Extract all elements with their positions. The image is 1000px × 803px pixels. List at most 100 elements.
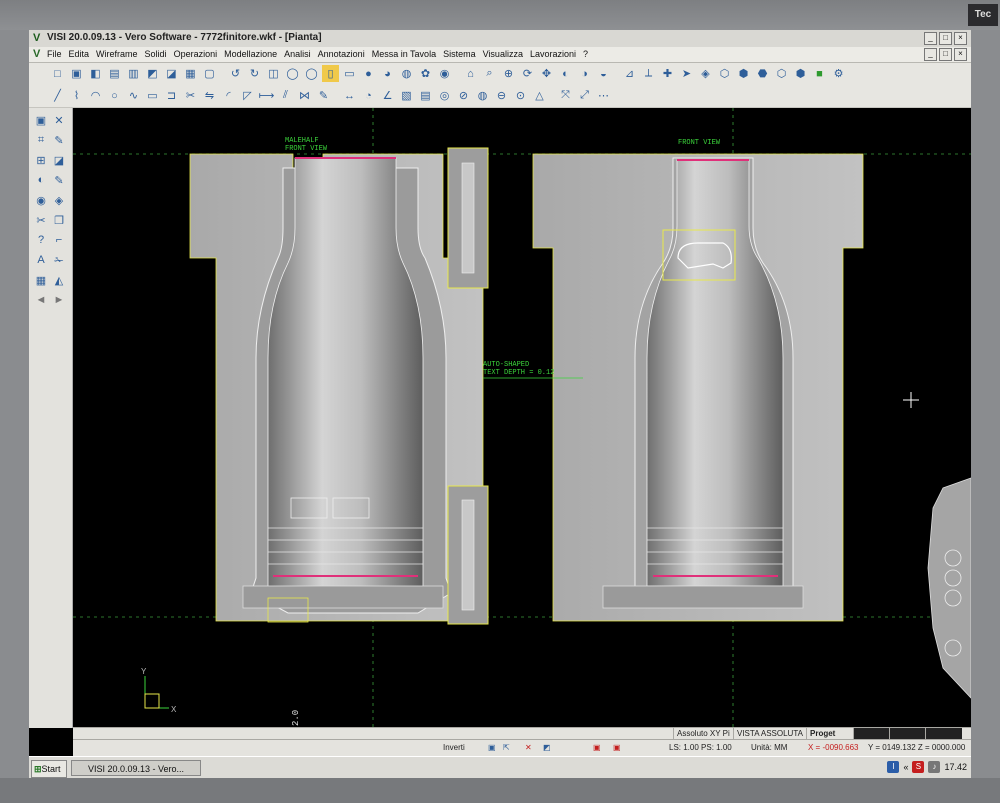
note-icon[interactable]: ▤ (417, 87, 434, 104)
grid-icon[interactable]: ▦ (33, 272, 49, 288)
zoom-window-icon[interactable]: ⌕ (481, 65, 498, 82)
extend-icon[interactable]: ⟼ (258, 87, 275, 104)
edit-icon[interactable]: ✎ (315, 87, 332, 104)
mirror-icon[interactable]: ⇋ (201, 87, 218, 104)
stop-icon[interactable]: ▣ (593, 742, 601, 754)
tray-security-icon[interactable]: S (912, 761, 925, 773)
menu-file[interactable]: File (47, 49, 62, 59)
show-icon[interactable]: ◈ (51, 192, 67, 208)
cube-edges-icon[interactable]: ⬡ (773, 65, 790, 82)
zoom-all-icon[interactable]: ⊕ (500, 65, 517, 82)
cut-icon[interactable]: ✁ (51, 252, 67, 268)
copy-icon[interactable]: ❐ (51, 212, 67, 228)
offset-icon[interactable]: ⊐ (163, 87, 180, 104)
box-icon[interactable]: ▭ (341, 65, 358, 82)
cube-green-icon[interactable]: ■ (811, 65, 828, 82)
drawing-canvas[interactable]: MALEHALF FRONT VIEW FRONT VIEW AUTO-SHAP… (73, 108, 971, 728)
delete-icon[interactable]: ✂ (33, 212, 49, 228)
fillet-icon[interactable]: ◜ (220, 87, 237, 104)
snap-icon[interactable]: ◭ (51, 272, 67, 288)
rectangle-icon[interactable]: ▭ (144, 87, 161, 104)
tray-app-icon[interactable]: I (887, 761, 900, 773)
cylinder-alt-icon[interactable]: ◯ (303, 65, 320, 82)
cube-solid-icon[interactable]: ⬢ (792, 65, 809, 82)
import-icon[interactable]: ◩ (144, 65, 161, 82)
chamfer-icon[interactable]: ◸ (239, 87, 256, 104)
menu-modellazione[interactable]: Modellazione (224, 49, 277, 59)
cube-wire-icon[interactable]: ⬡ (716, 65, 733, 82)
hatch-icon[interactable]: ▧ (398, 87, 415, 104)
menu-visualizza[interactable]: Visualizza (483, 49, 523, 59)
menu-operazioni[interactable]: Operazioni (174, 49, 218, 59)
save-all-icon[interactable]: ▥ (125, 65, 142, 82)
arrow-icon[interactable]: ➤ (678, 65, 695, 82)
doc-close-button[interactable]: × (954, 48, 967, 61)
new-file-icon[interactable]: □ (49, 65, 66, 82)
tolerance-icon[interactable]: ⊘ (455, 87, 472, 104)
doc-maximize-button[interactable]: □ (939, 48, 952, 61)
close-button[interactable]: × (954, 32, 967, 45)
title-bar[interactable]: V VISI 20.0.09.13 - Vero Software - 7772… (29, 30, 971, 48)
transform-icon[interactable]: ⤧ (557, 87, 574, 104)
render-icon[interactable]: ◉ (436, 65, 453, 82)
deselect-icon[interactable]: ✎ (51, 132, 67, 148)
forward-arrow-icon[interactable]: ► (51, 292, 67, 308)
dimension-icon[interactable]: ↔ (341, 87, 358, 104)
spline-icon[interactable]: ∿ (125, 87, 142, 104)
sphere-icon[interactable]: ● (360, 65, 377, 82)
info-icon[interactable]: ? (33, 232, 49, 248)
shade-icon[interactable]: ◕ (379, 65, 396, 82)
minimize-button[interactable]: _ (924, 32, 937, 45)
pan-icon[interactable]: ✥ (538, 65, 555, 82)
open-file-icon[interactable]: ▣ (68, 65, 85, 82)
select-chain-icon[interactable]: ✕ (51, 112, 67, 128)
layer-filter-icon[interactable]: ◪ (51, 152, 67, 168)
scale-icon[interactable]: ⤢ (576, 87, 593, 104)
palette-icon[interactable]: ✿ (417, 65, 434, 82)
arc-icon[interactable]: ◠ (87, 87, 104, 104)
pointer-icon[interactable]: ⇱ (503, 742, 510, 754)
text-icon[interactable]: A (33, 252, 49, 268)
layer-status-icon[interactable]: ◩ (543, 742, 551, 754)
view-side-icon[interactable]: ◒ (595, 65, 612, 82)
tray-volume-icon[interactable]: ♪ (928, 761, 941, 773)
rotate-icon[interactable]: ⟳ (519, 65, 536, 82)
cube-hidden-icon[interactable]: ⬢ (735, 65, 752, 82)
tray-expand-icon[interactable]: « (903, 762, 908, 772)
radius-icon[interactable]: ◔ (360, 87, 377, 104)
view-top-icon[interactable]: ◑ (576, 65, 593, 82)
cylinder-icon[interactable]: ◯ (284, 65, 301, 82)
balloon-icon[interactable]: ◍ (474, 87, 491, 104)
polyline-icon[interactable]: ⌇ (68, 87, 85, 104)
ruler-icon[interactable]: ⌐ (51, 232, 67, 248)
menu-help[interactable]: ? (583, 49, 588, 59)
select-window-icon[interactable]: ⌗ (33, 132, 49, 148)
join-icon[interactable]: ⋈ (296, 87, 313, 104)
redo-icon[interactable]: ↻ (246, 65, 263, 82)
layer-icon[interactable]: ◫ (265, 65, 282, 82)
wire-icon[interactable]: ◍ (398, 65, 415, 82)
invert-button[interactable]: Inverti (443, 742, 465, 754)
filter-icon[interactable]: ⊞ (33, 152, 49, 168)
circle-icon[interactable]: ○ (106, 87, 123, 104)
open-folder-icon[interactable]: ◧ (87, 65, 104, 82)
menu-analisi[interactable]: Analisi (284, 49, 311, 59)
measure-icon[interactable]: ⊿ (621, 65, 638, 82)
maximize-button[interactable]: □ (939, 32, 952, 45)
car-icon[interactable]: ⌂ (462, 65, 479, 82)
select-icon[interactable]: ▣ (33, 112, 49, 128)
line-icon[interactable]: ╱ (49, 87, 66, 104)
menu-solidi[interactable]: Solidi (145, 49, 167, 59)
doc-minimize-button[interactable]: _ (924, 48, 937, 61)
settings-icon[interactable]: ⚙ (830, 65, 847, 82)
angle-icon[interactable]: ∠ (379, 87, 396, 104)
trim-icon[interactable]: ✂ (182, 87, 199, 104)
detail-icon[interactable]: ⊙ (512, 87, 529, 104)
save-icon[interactable]: ▤ (106, 65, 123, 82)
triangle-icon[interactable]: △ (531, 87, 548, 104)
menu-edita[interactable]: Edita (69, 49, 90, 59)
section-icon[interactable]: ⊖ (493, 87, 510, 104)
back-arrow-icon[interactable]: ◄ (33, 292, 49, 308)
red-box-icon[interactable]: ▣ (613, 742, 621, 754)
preview-icon[interactable]: ▢ (201, 65, 218, 82)
